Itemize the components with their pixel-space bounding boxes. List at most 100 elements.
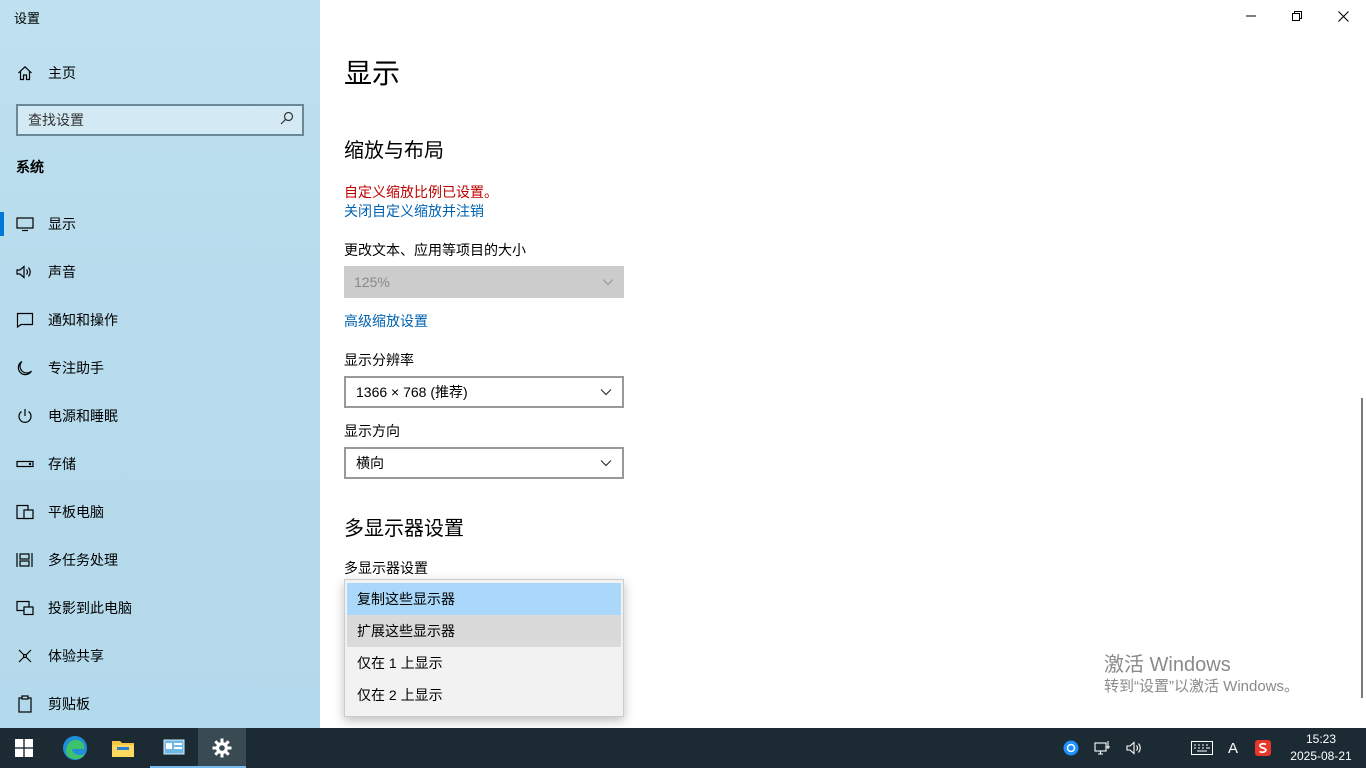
window-controls [1228,0,1366,32]
file-explorer-icon [112,741,134,757]
minimize-button[interactable] [1228,0,1274,32]
orientation-dropdown[interactable]: 横向 [344,447,624,479]
control-panel-taskbar-button[interactable] [150,728,198,768]
multi-display-option-only-2[interactable]: 仅在 2 上显示 [347,679,621,711]
keyboard-icon [1191,741,1213,755]
resolution-value: 1366 × 768 (推荐) [356,384,468,400]
app-title: 设置 [14,11,41,26]
multitask-icon [16,551,34,569]
chevron-down-icon [600,456,614,470]
sidebar-item-multitasking[interactable]: 多任务处理 [0,536,320,584]
tablet-icon [16,503,34,521]
home-nav-item[interactable]: 主页 [16,62,76,84]
network-tray-button[interactable] [1090,728,1116,768]
browser-tray-icon [1063,740,1079,756]
sidebar-item-clipboard[interactable]: 剪贴板 [0,680,320,728]
chevron-down-icon [602,275,616,289]
sidebar-item-sound[interactable]: 声音 [0,248,320,296]
multi-display-option-only-1[interactable]: 仅在 1 上显示 [347,647,621,679]
sidebar-item-label: 投影到此电脑 [48,600,132,616]
search-input[interactable] [28,112,280,128]
sidebar-item-label: 专注助手 [48,360,104,376]
sidebar-item-label: 通知和操作 [48,312,118,328]
sogou-icon [1255,740,1271,756]
clock-time: 15:23 [1305,732,1337,746]
text-size-label: 更改文本、应用等项目的大小 [344,242,526,258]
start-icon [15,739,33,757]
multi-display-label: 多显示器设置 [344,560,428,576]
resolution-label: 显示分辨率 [344,352,414,368]
chevron-down-icon [600,385,614,399]
sidebar: 设置 主页 系统 显示 声音 通知和操作 专注助手 [0,0,320,728]
settings-icon [212,738,232,758]
scrollbar[interactable] [1361,398,1363,698]
clipboard-icon [16,695,34,713]
advanced-scaling-link[interactable]: 高级缩放设置 [344,311,428,331]
sidebar-item-label: 声音 [48,264,76,280]
custom-scale-warning: 自定义缩放比例已设置。 [344,184,498,200]
orientation-value: 横向 [356,455,384,471]
sidebar-item-label: 平板电脑 [48,504,104,520]
orientation-label: 显示方向 [344,423,400,439]
close-button[interactable] [1320,0,1366,32]
activation-watermark-text: 转到“设置”以激活 Windows。 [1104,678,1300,695]
sidebar-item-tablet[interactable]: 平板电脑 [0,488,320,536]
browser-tray-button[interactable] [1058,728,1084,768]
restore-icon [1292,11,1302,21]
sidebar-item-shared-experiences[interactable]: 体验共享 [0,632,320,680]
power-icon [16,407,34,425]
restore-button[interactable] [1274,0,1320,32]
clock-date: 2025-08-21 [1290,749,1352,763]
search-icon[interactable] [280,111,294,130]
sidebar-item-storage[interactable]: 存储 [0,440,320,488]
settings-taskbar-button[interactable] [198,728,246,768]
close-icon [1337,10,1349,22]
close-custom-scale-link[interactable]: 关闭自定义缩放并注销 [344,201,484,221]
sogou-tray-button[interactable] [1250,728,1276,768]
activation-watermark-title: 激活 Windows [1104,654,1231,676]
edge-icon [63,736,87,760]
taskbar: A 15:23 2025-08-21 [0,728,1366,768]
project-icon [16,599,34,617]
home-icon [16,64,34,82]
file-explorer-taskbar-button[interactable] [99,728,147,768]
sidebar-nav: 显示 声音 通知和操作 专注助手 电源和睡眠 存储 平板电脑 多任务处理 投影到… [0,200,320,728]
resolution-dropdown[interactable]: 1366 × 768 (推荐) [344,376,624,408]
sidebar-item-label: 多任务处理 [48,552,118,568]
keyboard-tray-button[interactable] [1188,728,1216,768]
text-size-dropdown: 125% [344,266,624,298]
storage-icon [16,455,34,473]
section-label: 系统 [16,159,44,175]
sidebar-item-notifications[interactable]: 通知和操作 [0,296,320,344]
sidebar-item-label: 体验共享 [48,648,104,664]
edge-taskbar-button[interactable] [51,728,99,768]
input-method-button[interactable]: A [1222,728,1244,768]
moon-icon [16,359,34,377]
multi-display-dropdown-list: 复制这些显示器 扩展这些显示器 仅在 1 上显示 仅在 2 上显示 [344,579,624,717]
home-label: 主页 [48,65,76,81]
sidebar-item-display[interactable]: 显示 [0,200,320,248]
sidebar-item-label: 显示 [48,216,76,232]
notification-icon [16,311,34,329]
share-icon [16,647,34,665]
volume-icon [1126,741,1141,755]
sidebar-item-power[interactable]: 电源和睡眠 [0,392,320,440]
search-box[interactable] [16,104,304,136]
page-title: 显示 [344,58,401,89]
sidebar-item-project-to-pc[interactable]: 投影到此电脑 [0,584,320,632]
sidebar-item-label: 存储 [48,456,76,472]
speaker-icon [16,263,34,281]
control-panel-icon [163,739,185,755]
monitor-icon [16,215,34,233]
text-size-value: 125% [354,274,390,290]
start-button[interactable] [0,728,48,768]
sidebar-item-focus-assist[interactable]: 专注助手 [0,344,320,392]
network-icon [1094,741,1110,755]
multi-display-option-duplicate[interactable]: 复制这些显示器 [347,583,621,615]
taskbar-clock[interactable]: 15:23 2025-08-21 [1286,731,1356,765]
multi-display-section-heading: 多显示器设置 [344,518,464,540]
minimize-icon [1246,15,1256,17]
scale-section-heading: 缩放与布局 [344,140,444,162]
multi-display-option-extend[interactable]: 扩展这些显示器 [347,615,621,647]
volume-tray-button[interactable] [1122,728,1148,768]
